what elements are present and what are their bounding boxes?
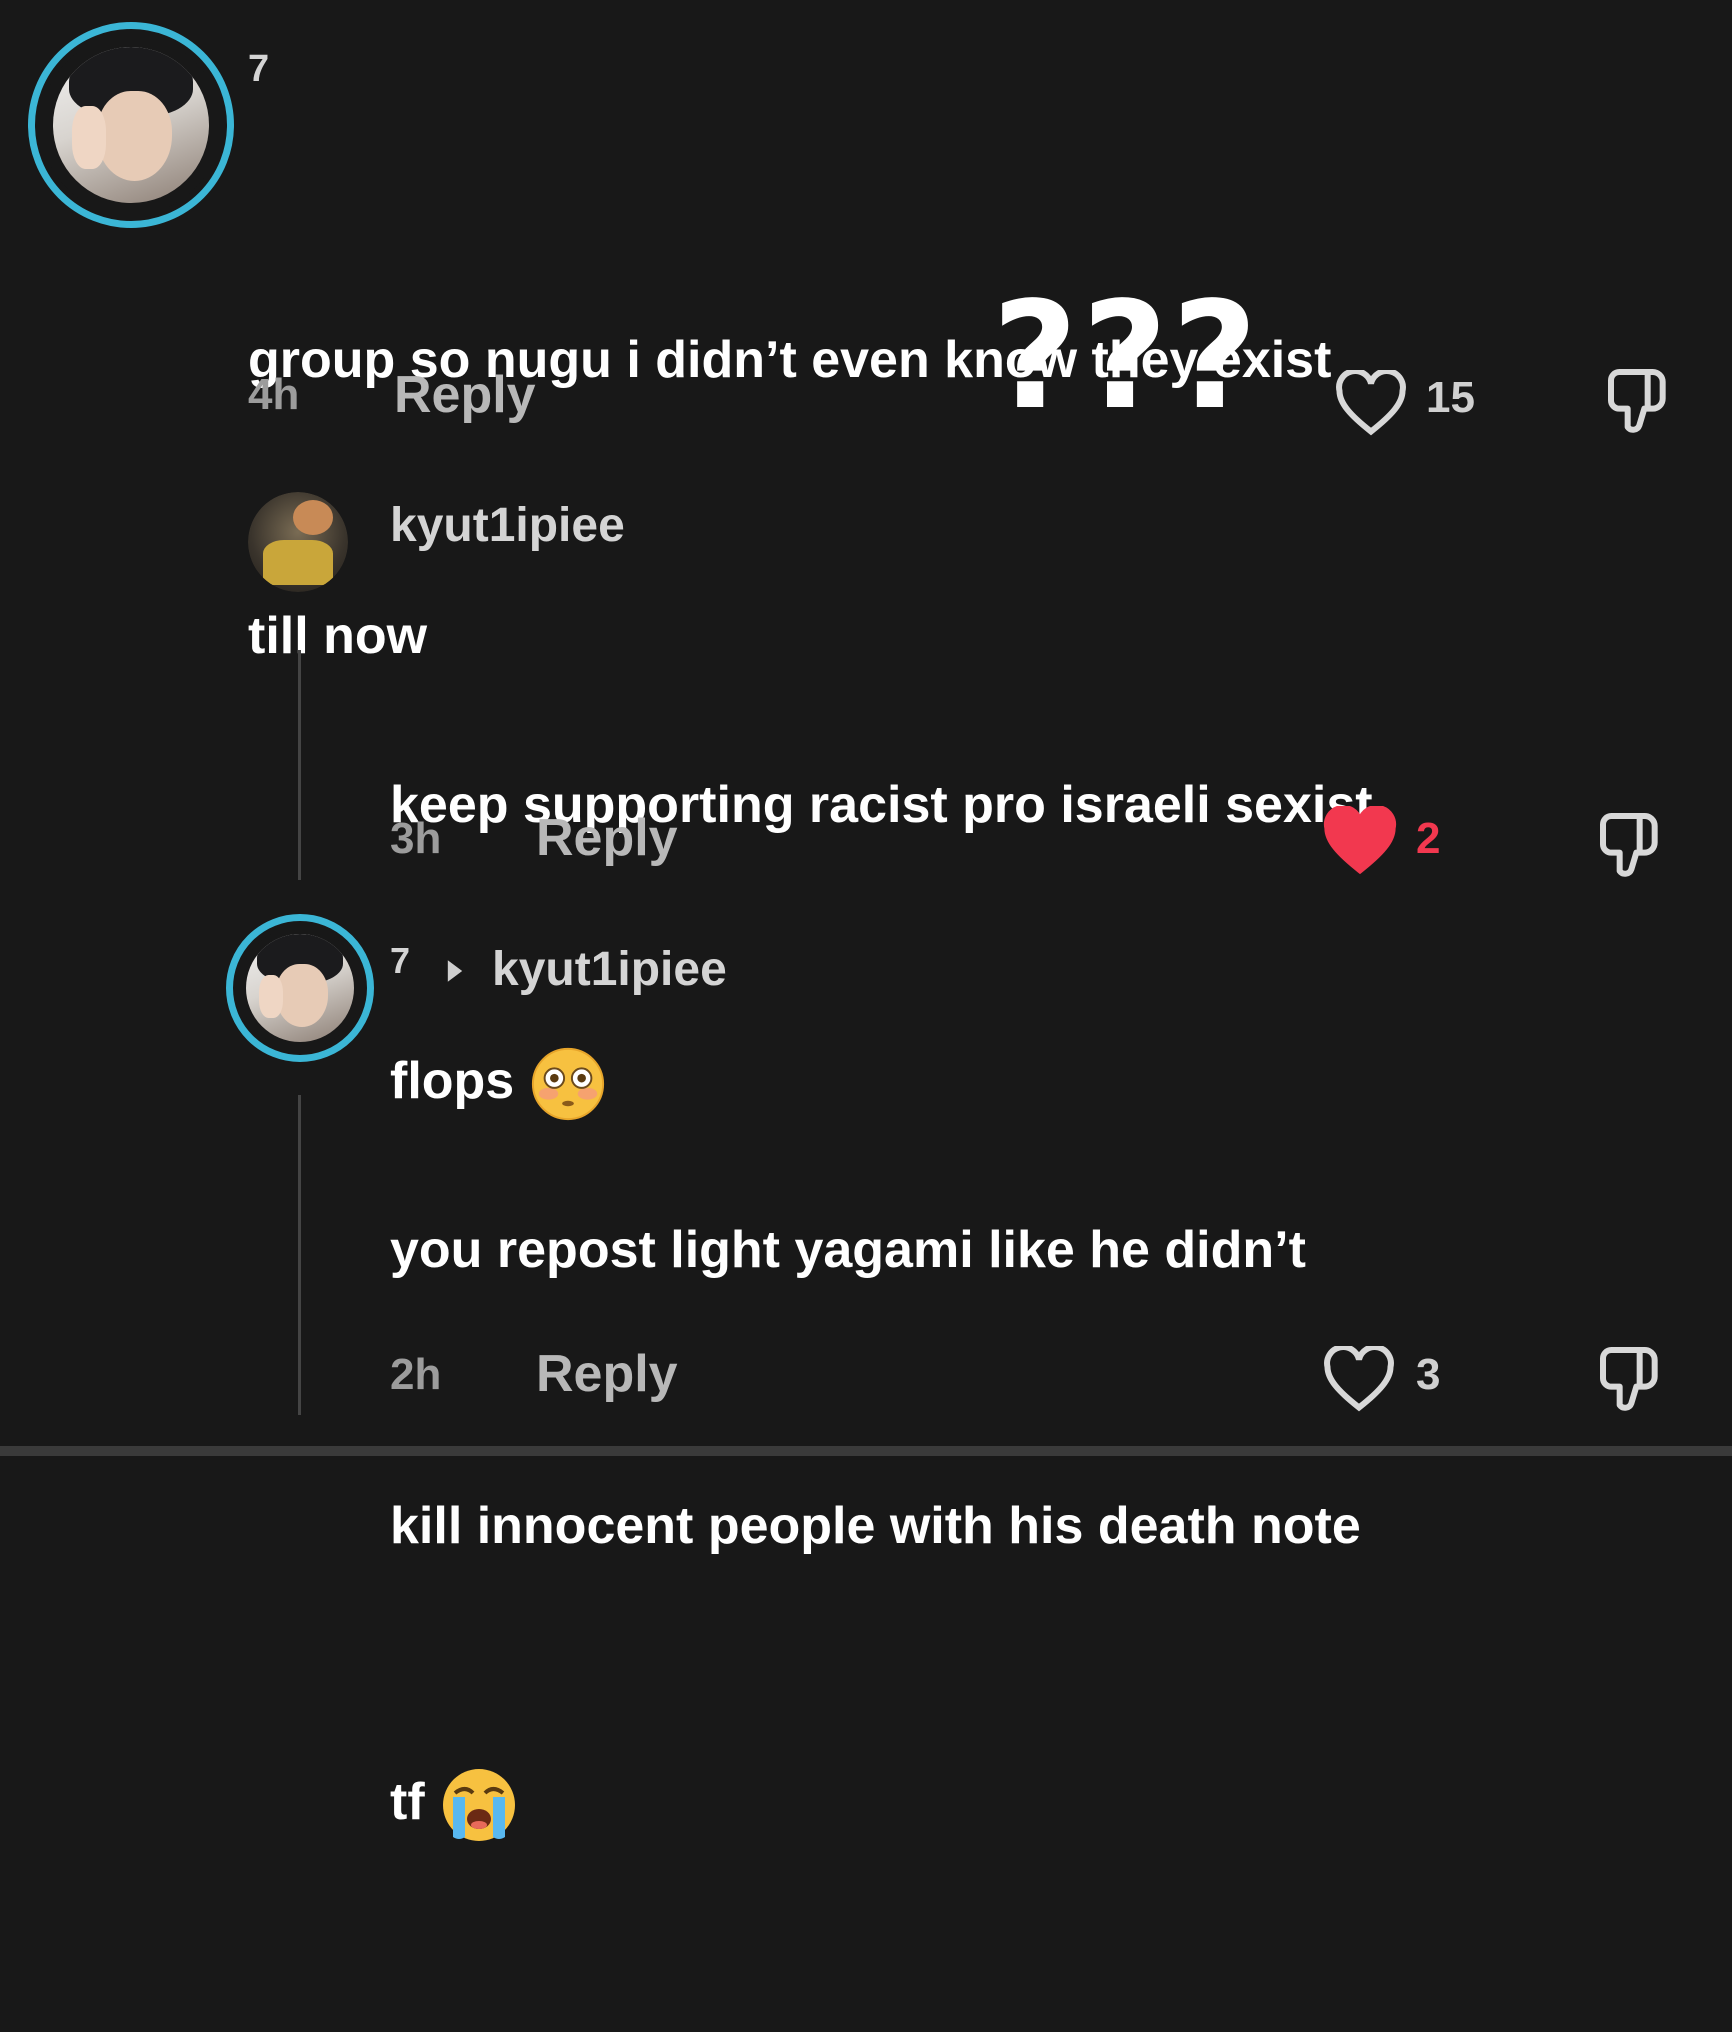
heart-icon[interactable] xyxy=(1334,370,1408,436)
thread-line xyxy=(298,1095,301,1415)
avatar[interactable] xyxy=(248,492,348,592)
comment-timestamp: 4h xyxy=(248,370,300,419)
avatar[interactable] xyxy=(28,22,234,228)
comment-username[interactable]: 7 xyxy=(248,48,269,91)
comments-panel: 7 group so nugu i didn’t even know they … xyxy=(0,0,1732,1842)
comment-text: you repost light yagami like he didn’t k… xyxy=(390,1020,1720,2032)
comment-timestamp: 3h xyxy=(390,814,442,863)
comment-line: you repost light yagami like he didn’t xyxy=(390,1221,1306,1279)
reply-button[interactable]: Reply xyxy=(394,365,536,425)
thread-line xyxy=(298,650,301,880)
triangle-right-icon xyxy=(447,960,463,982)
bottom-divider xyxy=(0,1446,1732,1456)
comment-line: tf xyxy=(390,1756,1720,1848)
like-count: 2 xyxy=(1416,814,1441,863)
comment-line: kill innocent people with his death note xyxy=(390,1497,1361,1555)
comment-username[interactable]: 7 xyxy=(390,940,410,982)
thumbs-down-icon[interactable] xyxy=(1588,1340,1668,1420)
heart-icon[interactable] xyxy=(1322,1346,1396,1412)
like-count: 15 xyxy=(1426,373,1475,422)
avatar[interactable] xyxy=(226,914,374,1062)
crying-face-emoji xyxy=(443,1769,516,1842)
heart-icon[interactable] xyxy=(1322,806,1398,876)
overlay-question-marks: ??? xyxy=(992,270,1262,442)
comment-username[interactable]: kyut1ipiee xyxy=(390,498,625,553)
reply-button[interactable]: Reply xyxy=(536,1344,678,1404)
thumbs-down-icon[interactable] xyxy=(1596,362,1676,442)
comment-line-text: tf xyxy=(390,1773,425,1831)
like-count: 3 xyxy=(1416,1350,1441,1399)
comment-timestamp: 2h xyxy=(390,1350,442,1399)
thumbs-down-icon[interactable] xyxy=(1588,806,1668,886)
reply-to-username[interactable]: kyut1ipiee xyxy=(492,942,727,997)
reply-button[interactable]: Reply xyxy=(536,808,678,868)
